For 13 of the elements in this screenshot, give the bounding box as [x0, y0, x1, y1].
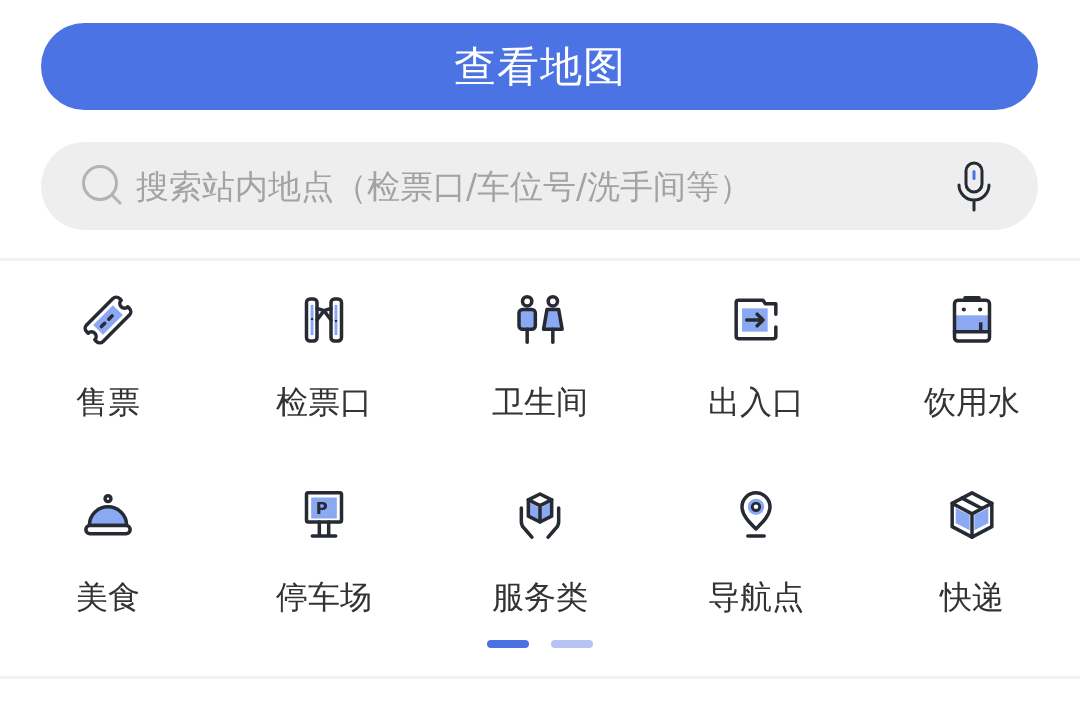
category-item[interactable]: 出入口	[708, 292, 804, 422]
search-icon	[81, 164, 123, 206]
category-item[interactable]: 服务类	[492, 487, 588, 617]
view-map-button[interactable]: 查看地图	[41, 23, 1038, 110]
category-item[interactable]: 导航点	[708, 487, 804, 617]
category-item[interactable]: 卫生间	[492, 292, 588, 422]
category-item[interactable]: P 停车场	[276, 487, 372, 617]
search-field[interactable]: 搜索站内地点（检票口/车位号/洗手间等）	[41, 142, 1038, 230]
category-item[interactable]: 饮用水	[924, 292, 1020, 422]
category-item[interactable]: 美食	[76, 487, 140, 617]
category-item[interactable]: 售票	[76, 292, 140, 422]
category-item[interactable]: 检票口	[276, 292, 372, 422]
category-item[interactable]: 快递	[940, 487, 1004, 617]
